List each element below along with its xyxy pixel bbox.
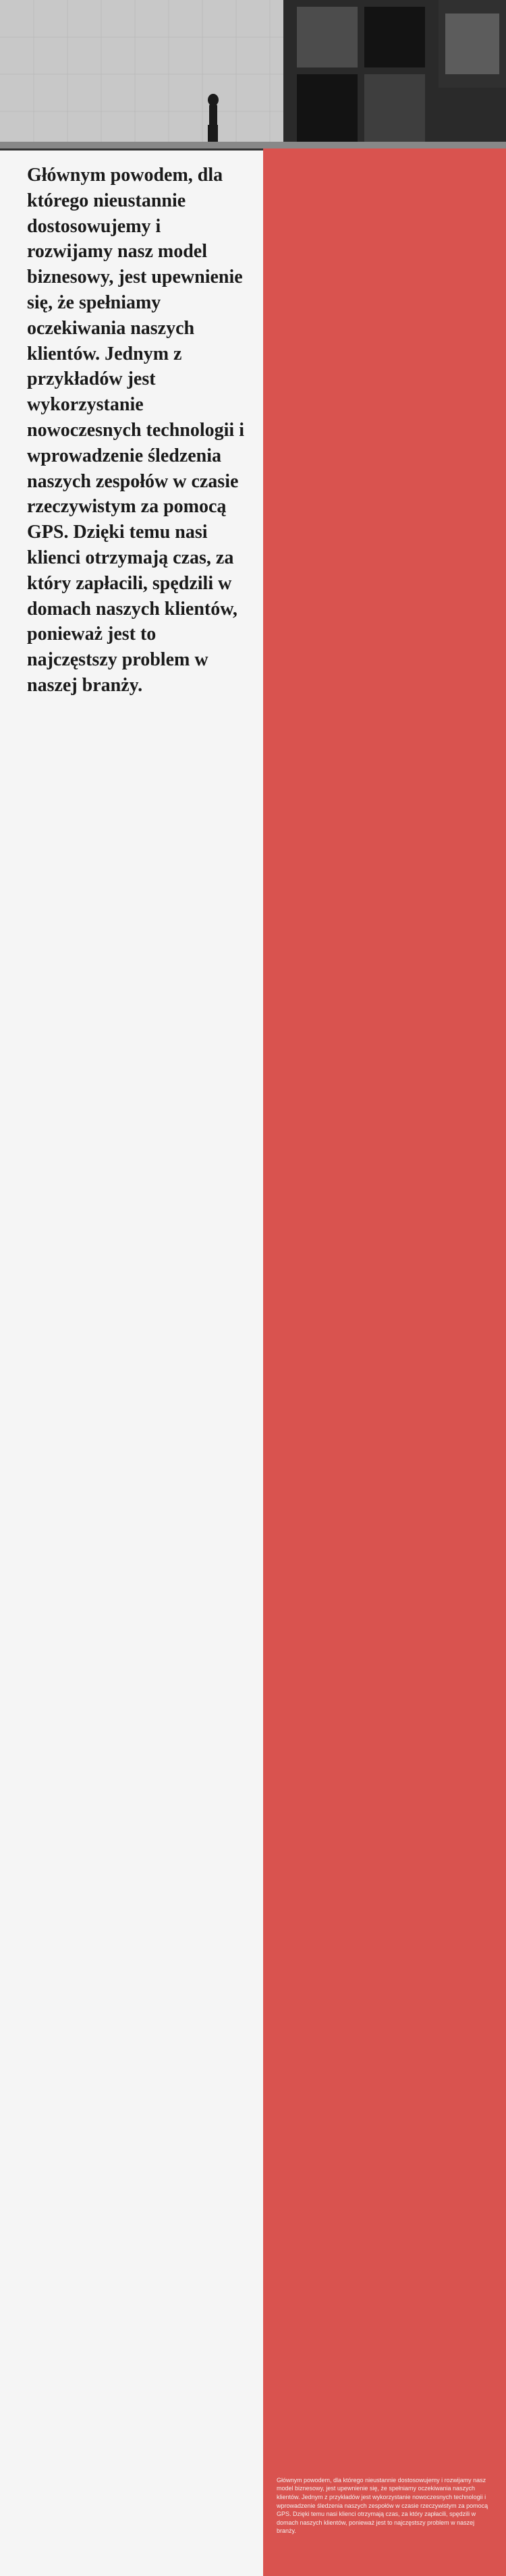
page-wrapper: Głównym powodem, dla którego nieustannie…: [0, 0, 506, 2576]
small-text-bottom: Głównym powodem, dla którego nieustannie…: [277, 2476, 493, 2536]
hero-image-svg: [0, 0, 506, 148]
right-red-column: Głównym powodem, dla którego nieustannie…: [263, 148, 506, 2576]
hero-image-container: [0, 0, 506, 148]
main-content: Głównym powodem, dla którego nieustannie…: [0, 148, 506, 2576]
main-body-text: Głównym powodem, dla którego nieustannie…: [27, 163, 248, 698]
left-column: Głównym powodem, dla którego nieustannie…: [0, 148, 263, 2576]
